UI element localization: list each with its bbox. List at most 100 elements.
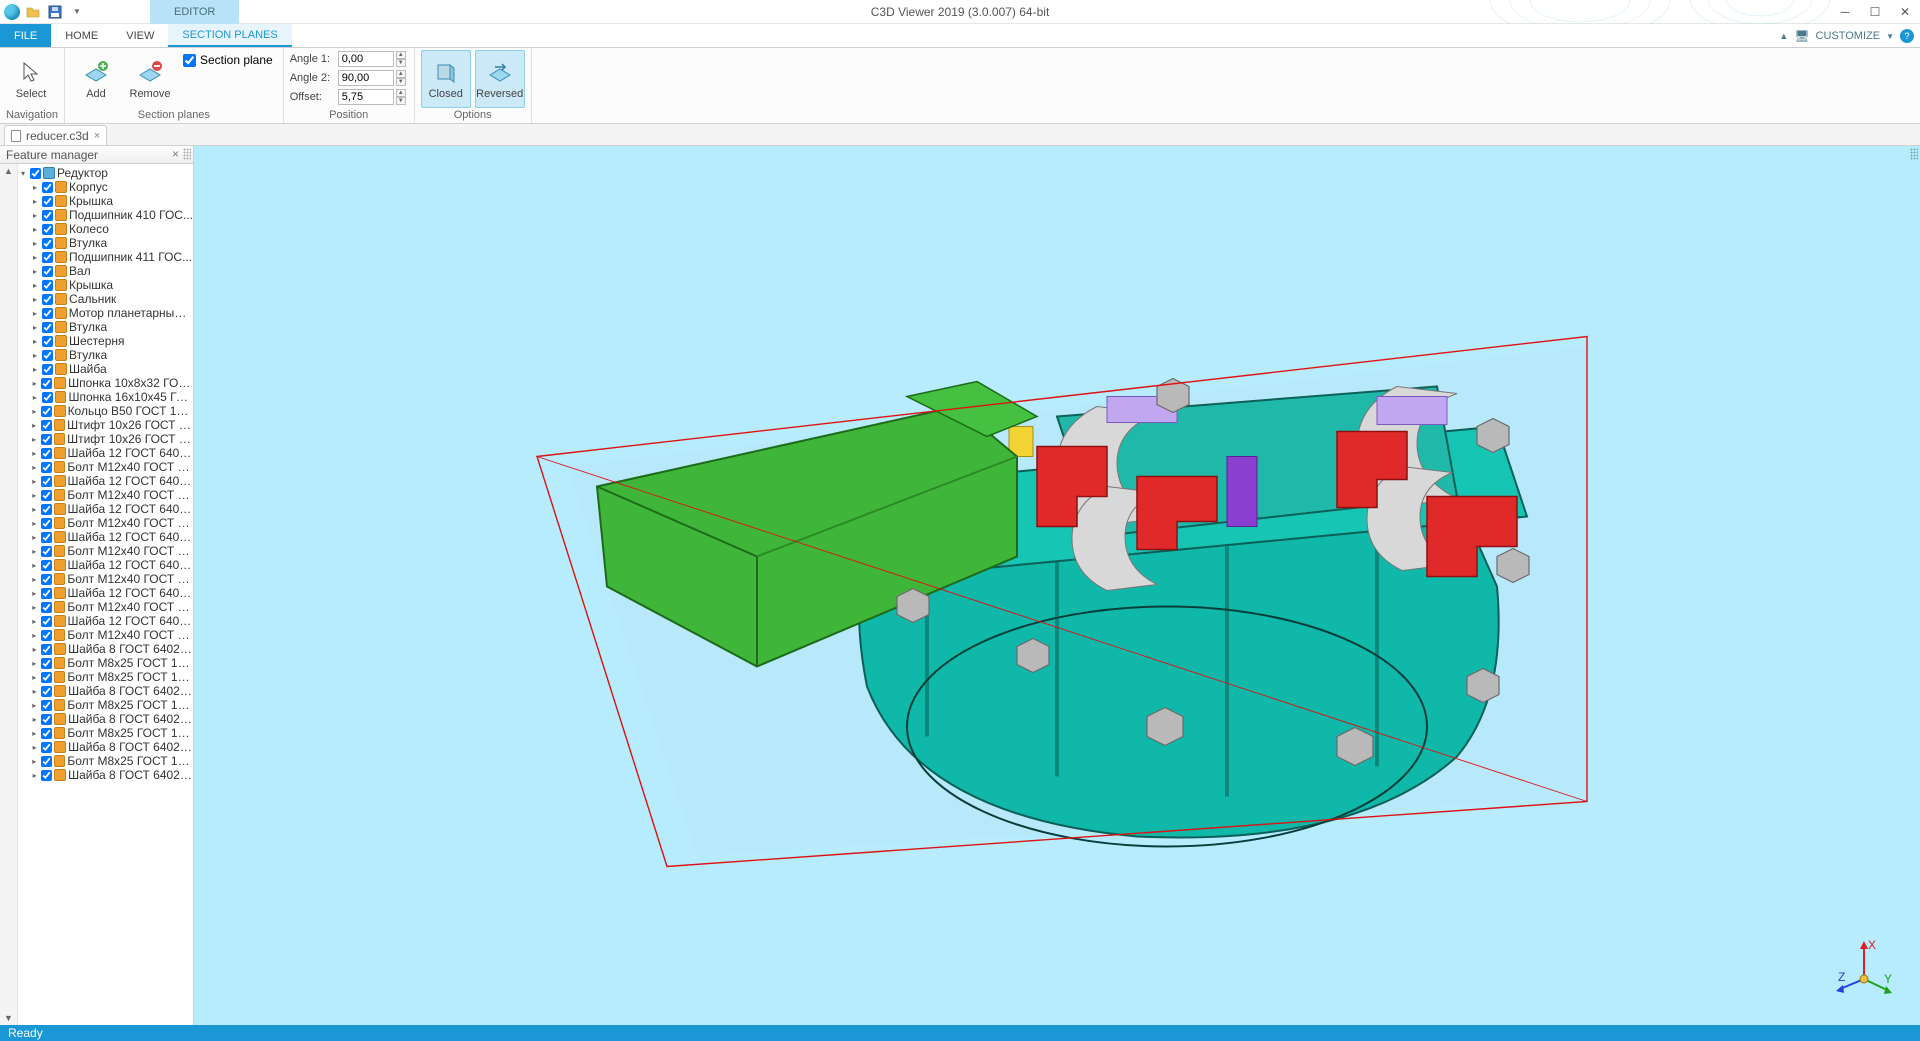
expander-icon[interactable]: ▸ xyxy=(30,448,39,458)
viewport-3d[interactable]: X Y Z xyxy=(194,146,1920,1025)
expander-icon[interactable]: ▸ xyxy=(30,476,39,486)
document-tab[interactable]: reducer.c3d × xyxy=(4,125,107,145)
angle1-input[interactable]: 0,00 xyxy=(338,51,394,67)
qat-open-button[interactable] xyxy=(24,3,42,21)
remove-plane-button[interactable]: Remove xyxy=(125,50,175,108)
tree-visibility-checkbox[interactable] xyxy=(41,742,52,753)
tree-node[interactable]: ▸Болт М8х25 ГОСТ 155... xyxy=(18,656,193,670)
tree-node[interactable]: ▸Болт М12х40 ГОСТ 15... xyxy=(18,544,193,558)
tree-root-node[interactable]: ▾Редуктор xyxy=(18,166,193,180)
expander-icon[interactable]: ▸ xyxy=(30,294,40,304)
tree-node[interactable]: ▸Шайба 12 ГОСТ 6402-... xyxy=(18,614,193,628)
expander-icon[interactable]: ▸ xyxy=(30,742,40,752)
tree-node[interactable]: ▸Корпус xyxy=(18,180,193,194)
tree-node[interactable]: ▸Шайба 12 ГОСТ 6402-... xyxy=(18,502,193,516)
tree-visibility-checkbox[interactable] xyxy=(41,434,52,445)
tree-node[interactable]: ▸Мотор планетарный ... xyxy=(18,306,193,320)
expander-icon[interactable]: ▸ xyxy=(30,280,40,290)
tree-visibility-checkbox[interactable] xyxy=(30,168,41,179)
tree-node[interactable]: ▸Втулка xyxy=(18,320,193,334)
tree-visibility-checkbox[interactable] xyxy=(42,322,53,333)
document-tab-close-icon[interactable]: × xyxy=(94,130,100,142)
expander-icon[interactable]: ▸ xyxy=(30,490,39,500)
tree-node[interactable]: ▸Крышка xyxy=(18,278,193,292)
expander-icon[interactable]: ▸ xyxy=(30,616,39,626)
expander-icon[interactable]: ▸ xyxy=(30,196,40,206)
tree-node[interactable]: ▸Болт М12х40 ГОСТ 15... xyxy=(18,572,193,586)
expander-icon[interactable]: ▸ xyxy=(30,238,40,248)
tree-visibility-checkbox[interactable] xyxy=(41,448,52,459)
tree-visibility-checkbox[interactable] xyxy=(41,476,52,487)
tree-node[interactable]: ▸Шайба 12 ГОСТ 6402-... xyxy=(18,446,193,460)
expander-icon[interactable]: ▸ xyxy=(30,574,39,584)
tree-visibility-checkbox[interactable] xyxy=(41,602,52,613)
tree-visibility-checkbox[interactable] xyxy=(41,490,52,501)
tree-visibility-checkbox[interactable] xyxy=(42,336,53,347)
expander-icon[interactable]: ▸ xyxy=(30,560,39,570)
tree-visibility-checkbox[interactable] xyxy=(42,210,53,221)
expander-icon[interactable]: ▸ xyxy=(30,602,39,612)
expander-icon[interactable]: ▸ xyxy=(30,266,40,276)
tree-visibility-checkbox[interactable] xyxy=(41,644,52,655)
tree-node[interactable]: ▸Болт М8х25 ГОСТ 155... xyxy=(18,670,193,684)
tree-node[interactable]: ▸Болт М8х25 ГОСТ 155... xyxy=(18,698,193,712)
tree-visibility-checkbox[interactable] xyxy=(42,350,53,361)
tree-node[interactable]: ▸Шестерня xyxy=(18,334,193,348)
tree-visibility-checkbox[interactable] xyxy=(42,392,53,403)
tree-node[interactable]: ▸Втулка xyxy=(18,348,193,362)
tree-node[interactable]: ▸Шайба 12 ГОСТ 6402-... xyxy=(18,558,193,572)
tab-section-planes[interactable]: SECTION PLANES xyxy=(168,24,291,47)
expander-icon[interactable]: ▸ xyxy=(30,182,40,192)
ribbon-collapse-icon[interactable]: ▲ xyxy=(1779,31,1788,41)
section-plane-checkbox-row[interactable]: Section plane xyxy=(179,50,277,70)
tree-node[interactable]: ▸Шайба 8 ГОСТ 6402-70 xyxy=(18,768,193,782)
tree-visibility-checkbox[interactable] xyxy=(41,756,52,767)
expander-icon[interactable]: ▸ xyxy=(30,322,40,332)
tree-node[interactable]: ▸Сальник xyxy=(18,292,193,306)
tree-visibility-checkbox[interactable] xyxy=(42,294,53,305)
closed-toggle-button[interactable]: Closed xyxy=(421,50,471,108)
feature-manager-close-icon[interactable]: × xyxy=(172,147,179,161)
viewport-grip-icon[interactable] xyxy=(1910,148,1918,160)
expander-icon[interactable]: ▸ xyxy=(29,434,38,444)
tree-node[interactable]: ▸Шайба xyxy=(18,362,193,376)
tree-node[interactable]: ▸Подшипник 411 ГОС... xyxy=(18,250,193,264)
tree-node[interactable]: ▸Колесо xyxy=(18,222,193,236)
offset-input[interactable]: 5,75 xyxy=(338,89,394,105)
expander-icon[interactable]: ▸ xyxy=(30,350,40,360)
tree-visibility-checkbox[interactable] xyxy=(41,462,52,473)
tree-visibility-checkbox[interactable] xyxy=(42,266,53,277)
expander-icon[interactable]: ▸ xyxy=(30,770,40,780)
feature-manager-header[interactable]: Feature manager × xyxy=(0,146,193,164)
expander-icon[interactable]: ▸ xyxy=(30,700,39,710)
expander-icon[interactable]: ▸ xyxy=(30,672,39,682)
tab-view[interactable]: VIEW xyxy=(112,24,168,47)
expander-icon[interactable]: ▸ xyxy=(30,504,39,514)
expander-icon[interactable]: ▸ xyxy=(29,420,38,430)
angle2-spinner[interactable]: ▲▼ xyxy=(396,70,406,86)
expander-icon[interactable]: ▸ xyxy=(30,686,40,696)
expander-icon[interactable]: ▸ xyxy=(30,644,40,654)
expander-icon[interactable]: ▸ xyxy=(30,714,40,724)
expander-icon[interactable]: ▸ xyxy=(30,378,40,388)
tree-visibility-checkbox[interactable] xyxy=(42,196,53,207)
add-plane-button[interactable]: Add xyxy=(71,50,121,108)
expander-icon[interactable]: ▸ xyxy=(30,756,39,766)
tree-node[interactable]: ▸Болт М12х40 ГОСТ 15... xyxy=(18,600,193,614)
tree-node[interactable]: ▸Шайба 12 ГОСТ 6402-... xyxy=(18,530,193,544)
feature-tree[interactable]: ▾Редуктор▸Корпус▸Крышка▸Подшипник 410 ГО… xyxy=(18,164,193,1025)
minimize-button[interactable]: ─ xyxy=(1830,0,1860,24)
tree-visibility-checkbox[interactable] xyxy=(41,672,52,683)
tab-home[interactable]: HOME xyxy=(51,24,112,47)
tree-scroll-up-icon[interactable]: ▲ xyxy=(4,166,13,176)
help-icon[interactable]: ? xyxy=(1900,29,1914,43)
expander-icon[interactable]: ▸ xyxy=(30,336,40,346)
tree-visibility-checkbox[interactable] xyxy=(41,728,52,739)
tree-node[interactable]: ▸Болт М12х40 ГОСТ 15... xyxy=(18,516,193,530)
tree-node[interactable]: ▸Шайба 8 ГОСТ 6402-70 xyxy=(18,712,193,726)
tree-visibility-checkbox[interactable] xyxy=(41,406,52,417)
tree-visibility-checkbox[interactable] xyxy=(42,252,53,263)
tree-visibility-checkbox[interactable] xyxy=(41,420,52,431)
tree-visibility-checkbox[interactable] xyxy=(41,546,52,557)
tree-node[interactable]: ▸Шайба 12 ГОСТ 6402-... xyxy=(18,474,193,488)
